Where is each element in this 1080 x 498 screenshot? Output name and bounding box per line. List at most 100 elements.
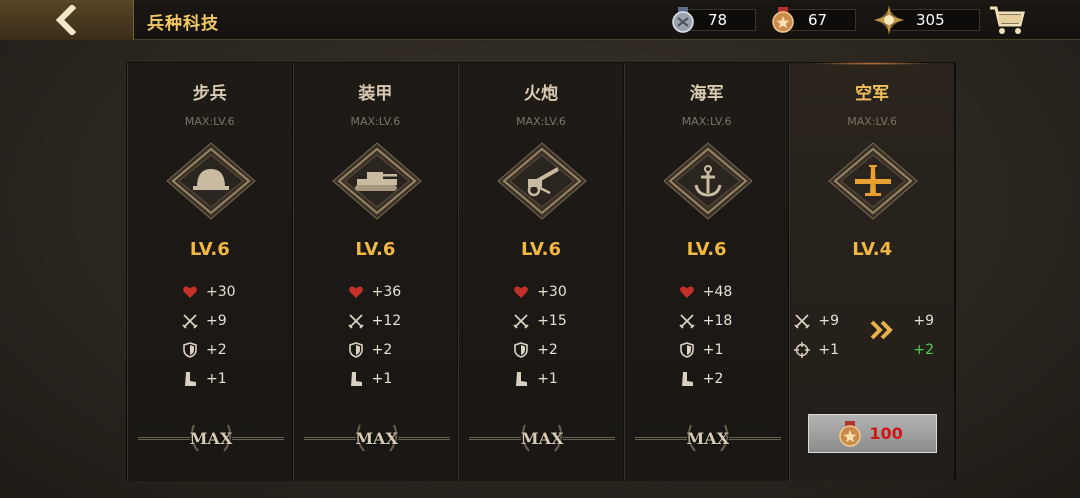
currency-value: 78	[708, 10, 728, 29]
next-accuracy: +2	[913, 341, 935, 358]
shield-icon	[348, 341, 363, 358]
card-armor[interactable]: 装甲 MAX:LV.6 LV.6 +36 +12 +2 +1 MAX	[292, 63, 459, 481]
max-badge: MAX	[634, 423, 781, 453]
card-max-level: MAX:LV.6	[184, 115, 235, 128]
card-title: 步兵	[192, 84, 227, 104]
artillery-icon	[497, 142, 587, 220]
stat-defense: +1	[679, 335, 733, 364]
card-max-level: MAX:LV.6	[681, 115, 732, 128]
stat-defense: +2	[513, 335, 567, 364]
card-artillery[interactable]: 火炮 MAX:LV.6 LV.6 +30 +15 +2 +1 MAX	[458, 63, 624, 481]
card-infantry[interactable]: 步兵 MAX:LV.6 LV.6 +30 +9 +2 +1 MAX	[127, 63, 293, 481]
upgrade-cost: 100	[869, 424, 903, 443]
max-label: MAX	[520, 429, 564, 448]
card-max-level: MAX:LV.6	[350, 115, 401, 128]
currency-value: 305	[916, 10, 945, 29]
card-air-force[interactable]: 空军 MAX:LV.6 LV.4 +9 +9 +1 +2 100	[789, 62, 955, 481]
stat-value: +1	[818, 341, 840, 358]
max-badge: MAX	[303, 423, 450, 453]
stat-attack: +12	[347, 306, 402, 335]
shop-cart-button[interactable]	[988, 3, 1026, 37]
card-max-level: MAX:LV.6	[516, 115, 566, 128]
stat-attack: +9	[182, 306, 236, 335]
crossed-swords-icon	[347, 313, 364, 329]
unit-tech-cards: 步兵 MAX:LV.6 LV.6 +30 +9 +2 +1 MAX 装甲 MAX…	[126, 62, 956, 481]
back-button[interactable]	[0, 0, 134, 40]
card-level: LV.6	[686, 239, 727, 260]
stat-value: +9	[818, 312, 840, 329]
bronze-medal-icon	[839, 420, 862, 447]
tech-screen: 兵种科技 78 67 305 步兵 MAX:LV.6 LV.6 +30 +9 +…	[0, 0, 1080, 498]
boot-icon	[516, 371, 528, 386]
shield-icon	[183, 341, 197, 358]
heart-icon	[679, 286, 694, 298]
max-label: MAX	[189, 429, 233, 448]
currency-gold: 305	[874, 4, 980, 35]
boot-icon	[681, 371, 693, 386]
page-title: 兵种科技	[147, 14, 219, 34]
stat-speed: +2	[679, 364, 733, 393]
heart-icon	[183, 286, 197, 298]
currency-silver: 78	[670, 6, 756, 33]
stat-value: +9	[206, 312, 227, 329]
stats-list: +36 +12 +2 +1	[347, 277, 402, 393]
card-navy[interactable]: 海军 MAX:LV.6 LV.6 +48 +18 +1 +2 MAX	[623, 63, 790, 481]
stat-value: +30	[537, 283, 567, 300]
card-level: LV.6	[521, 239, 561, 260]
bronze-medal-icon	[772, 6, 794, 33]
airplane-icon	[828, 142, 919, 220]
stat-value: +48	[702, 283, 733, 300]
stat-speed: +1	[182, 364, 236, 393]
card-level: LV.6	[355, 239, 396, 260]
currency-bronze: 67	[770, 6, 856, 33]
stat-value: +2	[206, 341, 227, 358]
helmet-icon	[166, 142, 256, 220]
max-label: MAX	[355, 429, 398, 448]
stat-health: +30	[182, 277, 236, 306]
stat-value: +1	[371, 370, 393, 387]
stats-list: +48 +18 +1 +2	[679, 277, 733, 393]
tank-icon	[331, 142, 422, 220]
stat-attack: +18	[679, 306, 732, 335]
stat-value: +2	[537, 341, 558, 358]
upgrade-arrow-icon	[870, 320, 894, 340]
card-max-level: MAX:LV.6	[847, 115, 898, 128]
top-bar: 兵种科技 78 67 305	[0, 0, 1080, 40]
card-level: LV.4	[852, 239, 893, 260]
stats-list: +30 +15 +2 +1	[513, 277, 567, 393]
card-title: 装甲	[358, 84, 393, 104]
card-title: 空军	[855, 84, 890, 104]
stat-value: +12	[371, 312, 402, 329]
current-attack: +9	[794, 306, 839, 335]
stat-health: +36	[348, 277, 402, 306]
shield-icon	[514, 341, 528, 358]
card-title: 海军	[689, 84, 724, 104]
upgrade-button[interactable]: 100	[808, 414, 938, 453]
boot-icon	[185, 371, 196, 386]
stat-value: +2	[371, 341, 393, 358]
silver-medal-icon	[672, 6, 694, 33]
crossed-swords-icon	[679, 313, 695, 329]
boot-icon	[350, 371, 362, 386]
stat-value: +1	[537, 370, 558, 387]
crossed-swords-icon	[794, 313, 811, 329]
gold-star-icon	[874, 4, 904, 35]
heart-icon	[348, 286, 363, 298]
crossed-swords-icon	[513, 313, 529, 329]
stats-list: +30 +9 +2 +1	[182, 277, 236, 393]
stat-defense: +2	[182, 335, 236, 364]
stat-speed: +1	[348, 364, 402, 393]
stat-health: +30	[513, 277, 567, 306]
anchor-icon	[663, 142, 753, 220]
max-badge: MAX	[138, 423, 284, 453]
stat-attack: +15	[513, 306, 567, 335]
stat-value: +1	[206, 370, 227, 387]
next-attack: +9	[913, 312, 935, 329]
stat-value: +2	[702, 370, 724, 387]
card-title: 火炮	[523, 84, 558, 104]
stat-defense: +2	[348, 335, 402, 364]
crosshair-icon	[794, 341, 811, 358]
stat-value: +36	[371, 283, 402, 300]
heart-icon	[514, 286, 529, 298]
crossed-swords-icon	[182, 313, 198, 329]
